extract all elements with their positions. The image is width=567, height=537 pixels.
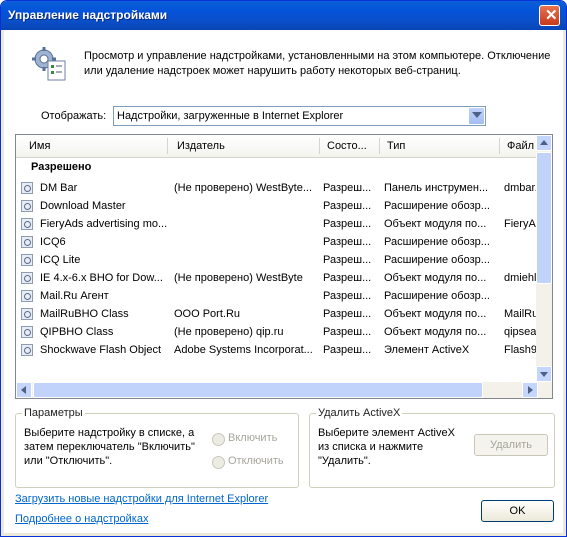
addon-icon [21, 308, 33, 320]
close-icon: ✕ [545, 7, 558, 24]
hscroll-thumb[interactable] [33, 382, 483, 398]
table-row[interactable]: FieryAds advertising mo... Разреш... Объек… [16, 216, 538, 234]
column-file[interactable]: Файл [507, 140, 534, 154]
close-button[interactable]: ✕ [539, 5, 560, 26]
addon-icon [21, 182, 33, 194]
column-status[interactable]: Состо... [327, 140, 367, 154]
scroll-thumb[interactable] [536, 152, 552, 284]
addons-gear-icon [32, 47, 66, 81]
table-row[interactable]: QIPBHO Class (Не проверено) qip.ru Разреш.… [16, 324, 538, 342]
addon-icon [21, 344, 33, 356]
addons-dialog: Управление надстройками ✕ Просмотр и упр… [0, 0, 567, 537]
activex-legend: Удалить ActiveX [316, 407, 403, 419]
column-name[interactable]: Имя [29, 140, 50, 154]
download-addons-link[interactable]: Загрузить новые надстройки для Internet … [15, 493, 268, 505]
horizontal-scrollbar[interactable] [16, 382, 538, 398]
list-header: Имя Издатель Состо... Тип Файл [16, 135, 538, 158]
table-row[interactable]: ICQ6 Разреш... Расширение обозр... [16, 234, 538, 252]
addon-icon [21, 218, 33, 230]
addon-icon [21, 290, 33, 302]
table-row[interactable]: Shockwave Flash Object Adobe Systems Inco… [16, 342, 538, 360]
params-group: Параметры Выберите надстройку в списке, … [15, 407, 299, 488]
table-row[interactable]: IE 4.x-6.x BHO for Dow... (Не проверено) … [16, 270, 538, 288]
chevron-down-icon [472, 112, 482, 118]
params-text: Выберите надстройку в списке, а затем пе… [24, 427, 195, 467]
table-row[interactable]: Mail.Ru Агент Разреш... Расширение обозр..… [16, 288, 538, 306]
vertical-scrollbar[interactable] [536, 135, 552, 398]
activex-group: Удалить ActiveX Выберите элемент ActiveX… [309, 407, 555, 488]
show-selected: Надстройки, загруженные в Internet Explo… [117, 110, 344, 122]
enable-radio[interactable] [212, 433, 225, 446]
group-enabled: Разрешено [31, 161, 92, 173]
params-legend: Параметры [22, 407, 85, 419]
table-row[interactable]: MailRuBHO Class OOO Port.Ru Разреш... Объек… [16, 306, 538, 324]
table-row[interactable]: DM Bar (Не проверено) WestByte... Разреш..… [16, 180, 538, 198]
enable-label: Включить [228, 432, 278, 444]
disable-radio[interactable] [212, 456, 225, 469]
title-bar[interactable]: Управление надстройками ✕ [1, 1, 566, 30]
addon-icon [21, 272, 33, 284]
delete-button[interactable]: Удалить [474, 434, 548, 456]
addon-icon [21, 326, 33, 338]
description-text: Просмотр и управление надстройками, уста… [84, 50, 551, 77]
window-title: Управление надстройками [8, 8, 168, 22]
column-type[interactable]: Тип [387, 140, 405, 154]
addon-icon [21, 254, 33, 266]
scroll-up-button[interactable] [536, 135, 552, 151]
addon-icon [21, 236, 33, 248]
scroll-left-button[interactable] [16, 382, 32, 398]
column-publisher[interactable]: Издатель [177, 140, 225, 154]
addons-list[interactable]: Имя Издатель Состо... Тип Файл Разрешено… [15, 134, 553, 399]
dropdown-button[interactable] [469, 108, 484, 124]
table-row[interactable]: ICQ Lite Разреш... Расширение обозр... [16, 252, 538, 270]
show-label: Отображать: [41, 110, 107, 122]
scroll-right-button[interactable] [522, 382, 538, 398]
addon-icon [21, 200, 33, 212]
show-dropdown[interactable]: Надстройки, загруженные в Internet Explo… [113, 106, 486, 126]
scroll-down-button[interactable] [536, 366, 552, 382]
activex-text: Выберите элемент ActiveX из списка и наж… [318, 427, 455, 467]
disable-label: Отключить [228, 455, 284, 467]
dialog-body: Просмотр и управление надстройками, уста… [4, 30, 563, 533]
table-row[interactable]: Download Master Разреш... Расширение обозр… [16, 198, 538, 216]
learn-more-link[interactable]: Подробнее о надстройках [15, 513, 148, 525]
ok-button[interactable]: OK [481, 500, 554, 522]
